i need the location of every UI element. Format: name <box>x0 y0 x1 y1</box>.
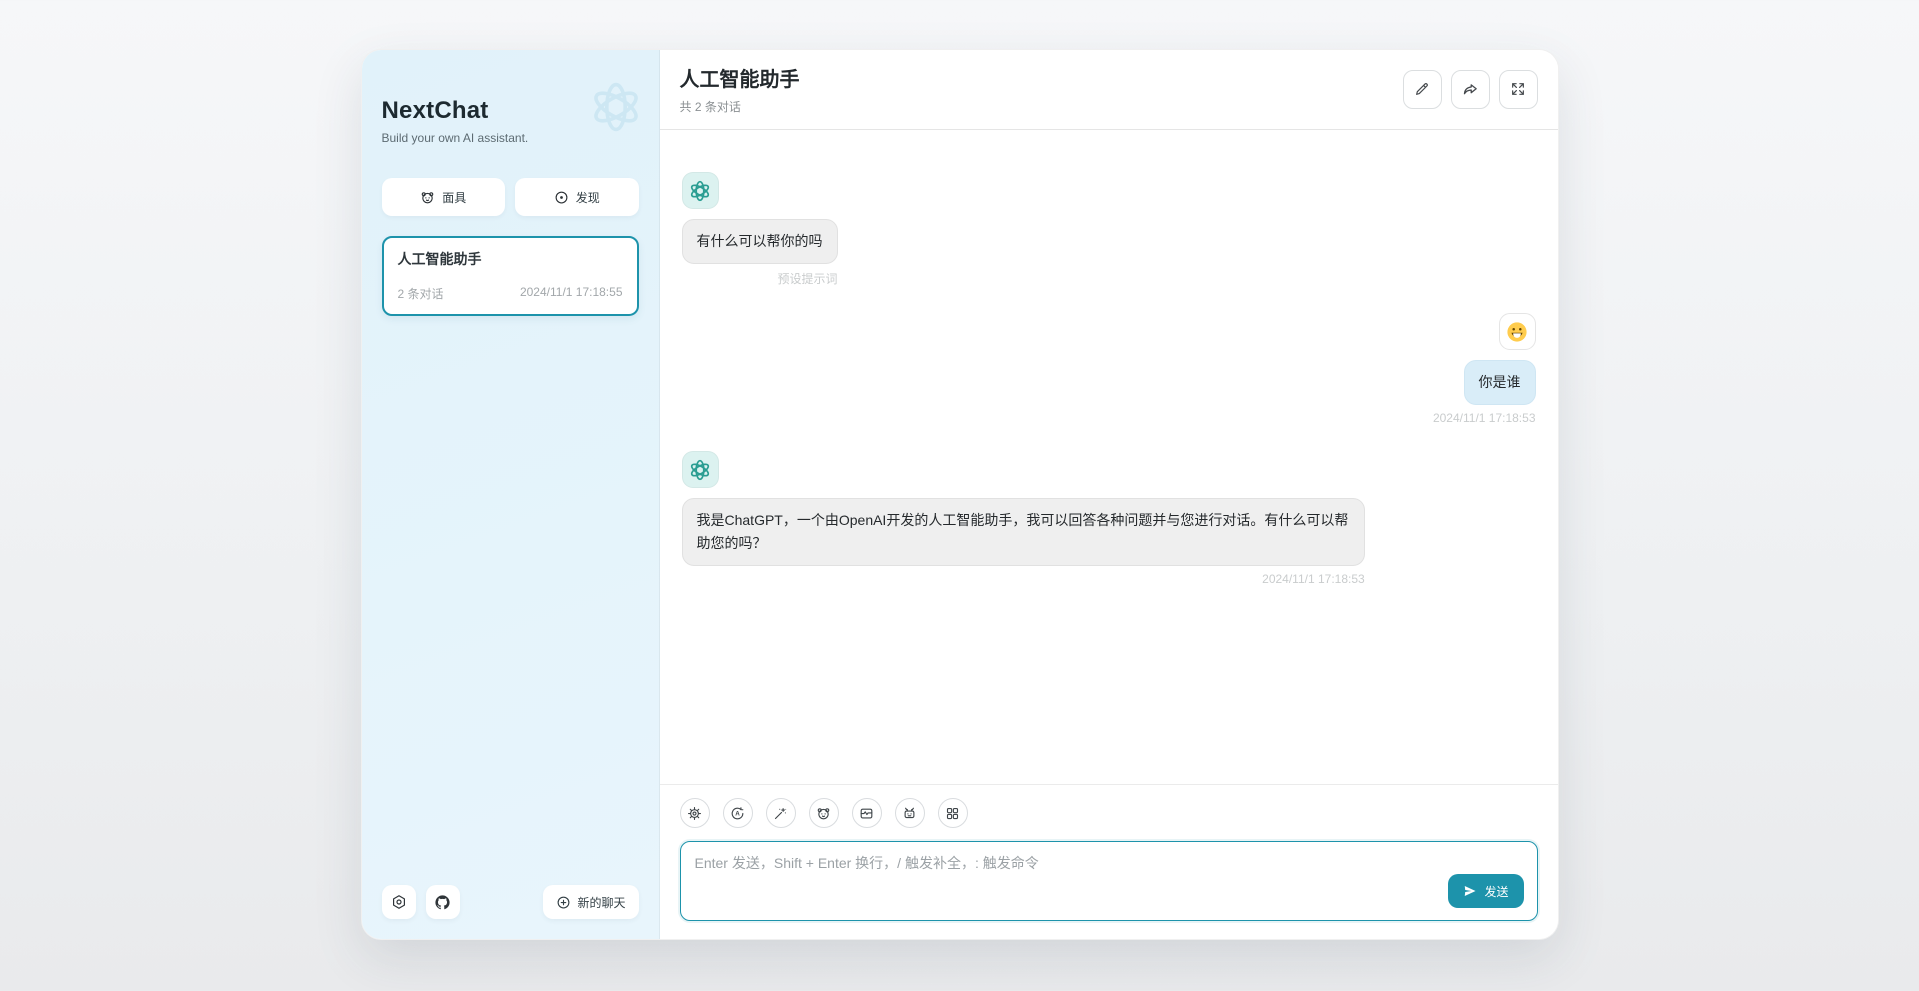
message-bubble[interactable]: 有什么可以帮你的吗 <box>682 219 838 264</box>
theme-auto-icon: A <box>730 806 745 821</box>
mask-icon <box>816 806 831 821</box>
chat-list: 人工智能助手 2 条对话 2024/11/1 17:18:55 <box>382 236 639 885</box>
theme-toggle-button[interactable]: A <box>723 798 753 828</box>
assistant-avatar-openai-icon <box>682 172 719 209</box>
chat-subtitle: 共 2 条对话 <box>680 98 800 115</box>
chat-settings-icon <box>687 806 702 821</box>
plugin-button[interactable] <box>938 798 968 828</box>
fullscreen-expand-icon <box>1510 81 1526 97</box>
fullscreen-button[interactable] <box>1499 70 1538 109</box>
message-timestamp: 2024/11/1 17:18:53 <box>1433 411 1536 425</box>
chat-header: 人工智能助手 共 2 条对话 <box>660 50 1558 130</box>
mask-button-label: 面具 <box>442 189 466 206</box>
mask-icon <box>420 190 435 205</box>
chat-item-title: 人工智能助手 <box>398 249 623 269</box>
mask-select-button[interactable] <box>809 798 839 828</box>
sidebar-actions: 面具 发现 <box>382 178 639 216</box>
edit-pencil-icon <box>1414 81 1430 97</box>
send-button[interactable]: 发送 <box>1448 874 1523 908</box>
plus-circle-icon <box>556 895 571 910</box>
new-chat-label: 新的聊天 <box>577 894 625 911</box>
sidebar: NextChat Build your own AI assistant. 面具 <box>362 50 660 939</box>
model-select-button[interactable] <box>895 798 925 828</box>
settings-button[interactable] <box>382 885 416 919</box>
message-bubble[interactable]: 我是ChatGPT，一个由OpenAI开发的人工智能助手，我可以回答各种问题并与… <box>682 498 1365 566</box>
openai-logo-watermark-icon <box>587 78 645 136</box>
clear-context-button[interactable] <box>852 798 882 828</box>
message-assistant: 有什么可以帮你的吗 预设提示词 <box>682 172 1536 287</box>
chat-panel: 人工智能助手 共 2 条对话 <box>660 50 1558 939</box>
discover-button[interactable]: 发现 <box>515 178 639 216</box>
share-button[interactable] <box>1451 70 1490 109</box>
discover-icon <box>554 190 569 205</box>
plugin-grid-icon <box>945 806 960 821</box>
chat-title: 人工智能助手 <box>680 63 800 92</box>
new-chat-button[interactable]: 新的聊天 <box>543 885 638 919</box>
clear-context-icon <box>859 806 874 821</box>
sidebar-footer: 新的聊天 <box>382 885 639 919</box>
chat-input-container: 发送 <box>680 841 1538 921</box>
chat-settings-button[interactable] <box>680 798 710 828</box>
message-timestamp: 2024/11/1 17:18:53 <box>1262 572 1365 586</box>
github-icon <box>434 894 451 911</box>
user-avatar-emoji-icon <box>1499 313 1536 350</box>
chat-list-item-selected[interactable]: 人工智能助手 2 条对话 2024/11/1 17:18:55 <box>382 236 639 316</box>
message-list[interactable]: 有什么可以帮你的吗 预设提示词 你是谁 2024/11/1 17 <box>660 130 1558 784</box>
message-meta: 预设提示词 <box>777 270 837 287</box>
prompt-wand-icon <box>773 806 788 821</box>
chat-item-count: 2 条对话 <box>398 285 444 302</box>
chat-input[interactable] <box>681 842 1537 920</box>
app-window: NextChat Build your own AI assistant. 面具 <box>361 49 1559 940</box>
composer: A <box>660 784 1558 939</box>
settings-icon <box>391 894 407 910</box>
message-assistant: 我是ChatGPT，一个由OpenAI开发的人工智能助手，我可以回答各种问题并与… <box>682 451 1536 586</box>
message-bubble[interactable]: 你是谁 <box>1464 360 1536 405</box>
svg-text:A: A <box>735 810 740 817</box>
message-user: 你是谁 2024/11/1 17:18:53 <box>682 313 1536 425</box>
send-plane-icon <box>1463 884 1477 898</box>
discover-button-label: 发现 <box>576 189 600 206</box>
robot-model-icon <box>902 806 917 821</box>
chat-item-date: 2024/11/1 17:18:55 <box>520 285 623 302</box>
github-button[interactable] <box>426 885 460 919</box>
composer-toolbar: A <box>680 798 1538 828</box>
assistant-avatar-openai-icon <box>682 451 719 488</box>
rename-button[interactable] <box>1403 70 1442 109</box>
share-arrow-icon <box>1462 81 1479 98</box>
mask-button[interactable]: 面具 <box>382 178 506 216</box>
send-button-label: 发送 <box>1484 883 1508 900</box>
prompt-button[interactable] <box>766 798 796 828</box>
